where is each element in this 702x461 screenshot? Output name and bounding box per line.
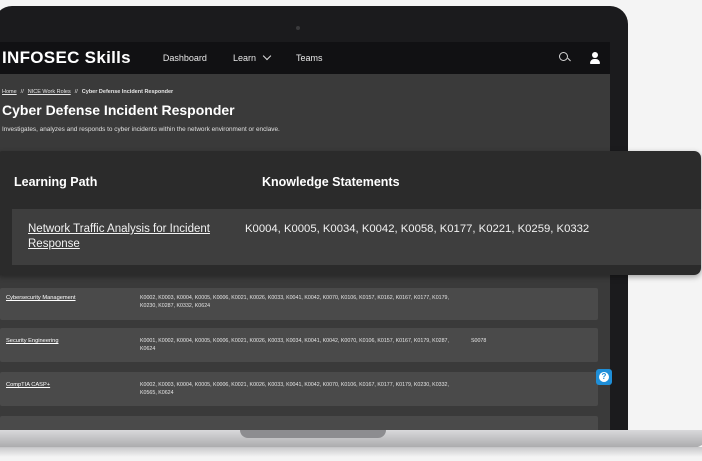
- breadcrumb-sep: //: [20, 89, 24, 95]
- learning-path-link[interactable]: Security Engineering: [6, 338, 58, 344]
- knowledge-statements: K0004, K0005, K0034, K0042, K0058, K0177…: [245, 223, 590, 235]
- breadcrumb-home[interactable]: Home: [2, 89, 17, 95]
- top-nav: INFOSEC Skills Dashboard Learn Teams: [0, 42, 610, 74]
- knowledge-statements: K0002, K0003, K0004, K0005, K0006, K0021…: [140, 295, 449, 309]
- breadcrumb-sep: //: [74, 89, 78, 95]
- laptop-shadow: [0, 447, 702, 457]
- help-button[interactable]: ?: [596, 369, 612, 385]
- chevron-down-icon: [262, 51, 272, 61]
- page-description: Investigates, analyzes and responds to c…: [2, 126, 280, 133]
- table-row: CompTIA CASP+ K0002, K0003, K0004, K0005…: [0, 372, 598, 406]
- learning-path-link[interactable]: CompTIA CASP+: [6, 382, 50, 388]
- camera-icon: [296, 26, 300, 30]
- logo[interactable]: INFOSEC Skills: [2, 48, 131, 68]
- laptop-notch: [240, 430, 386, 438]
- nav-dashboard[interactable]: Dashboard: [163, 53, 207, 63]
- learning-path-link[interactable]: Cybersecurity Management: [6, 295, 76, 301]
- breadcrumb: Home//NICE Work Roles//Cyber Defense Inc…: [2, 89, 173, 95]
- knowledge-statements-header: Knowledge Statements: [262, 175, 400, 189]
- nav-teams-label: Teams: [295, 53, 323, 63]
- user-icon[interactable]: [588, 51, 602, 65]
- knowledge-statements: K0001, K0002, K0004, K0005, K0006, K0021…: [140, 338, 449, 352]
- nav-teams[interactable]: Teams: [296, 53, 323, 63]
- learning-path-link[interactable]: Network Traffic Analysis for Incident Re…: [28, 222, 233, 252]
- nav-learn-label: Learn: [232, 53, 256, 63]
- learning-path-header: Learning Path: [14, 175, 98, 189]
- skill-statements: S0078: [471, 338, 487, 344]
- table-row: Cybersecurity Management K0002, K0003, K…: [0, 288, 598, 320]
- nav-actions: [558, 42, 602, 74]
- breadcrumb-current: Cyber Defense Incident Responder: [81, 89, 174, 95]
- nav-learn[interactable]: Learn: [232, 51, 272, 63]
- page-title: Cyber Defense Incident Responder: [2, 102, 235, 118]
- knowledge-statements: K0002, K0003, K0004, K0005, K0006, K0021…: [140, 382, 449, 396]
- table-row: Security Engineering K0001, K0002, K0004…: [0, 328, 598, 362]
- table-row: Network Traffic Analysis for Incident Re…: [12, 209, 701, 265]
- help-icon: ?: [599, 372, 609, 382]
- search-icon[interactable]: [558, 51, 572, 65]
- breadcrumb-parent[interactable]: NICE Work Roles: [28, 89, 71, 95]
- zoomed-learning-path-card: Learning Path Knowledge Statements Netwo…: [0, 151, 701, 275]
- nav-dashboard-label: Dashboard: [162, 53, 207, 63]
